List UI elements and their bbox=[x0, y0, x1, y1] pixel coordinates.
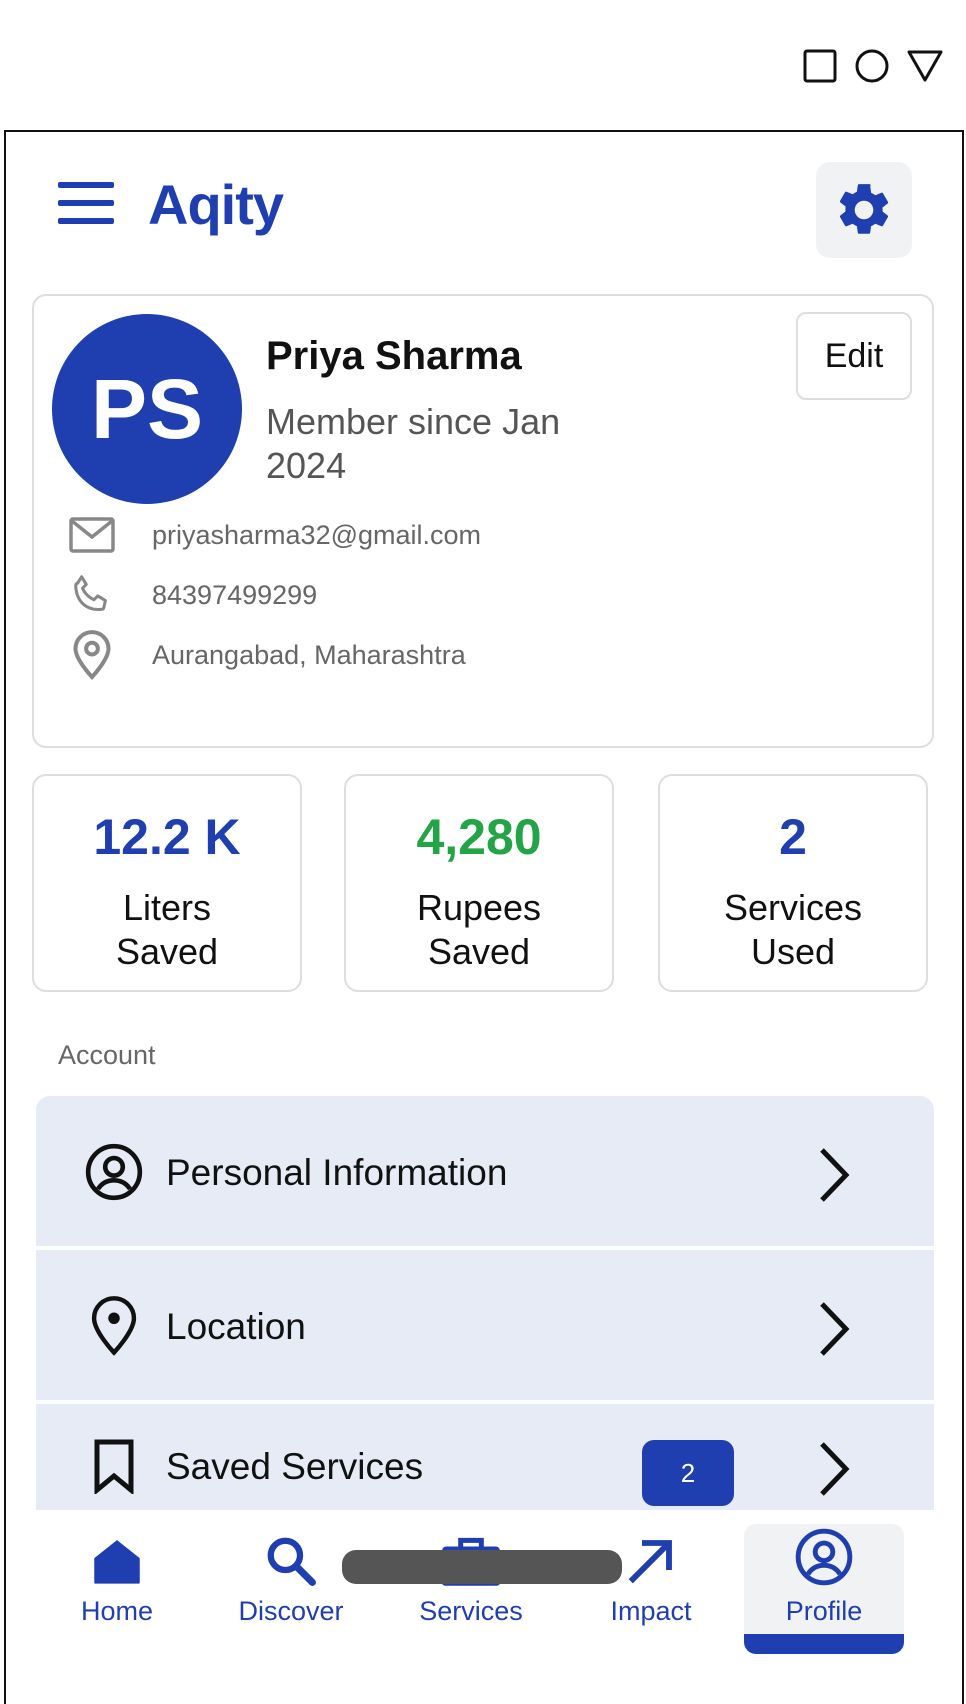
chevron-right-icon bbox=[820, 1302, 850, 1356]
square-icon[interactable] bbox=[802, 48, 838, 84]
app-bar: Aqity bbox=[6, 132, 962, 282]
stat-value: 4,280 bbox=[416, 809, 542, 865]
arrow-up-right-icon bbox=[628, 1540, 672, 1584]
nav-item-discover[interactable]: Discover bbox=[216, 1524, 366, 1640]
stat-label: Liters Saved bbox=[115, 887, 219, 972]
home-icon bbox=[94, 1540, 140, 1584]
edit-button[interactable]: Edit bbox=[796, 312, 912, 400]
profile-card: PS Priya Sharma Member since Jan 2024 Ed… bbox=[32, 294, 934, 748]
stat-value: 12.2 K bbox=[93, 809, 241, 865]
app-frame: Aqity PS Priya Sharma Member since Jan 2… bbox=[4, 130, 964, 1704]
member-since: Member since Jan 2024 bbox=[266, 401, 561, 486]
profile-name: Priya Sharma bbox=[266, 334, 522, 378]
nav-item-home[interactable]: Home bbox=[42, 1524, 192, 1640]
count-badge: 2 bbox=[642, 1440, 734, 1506]
mail-icon bbox=[69, 517, 115, 553]
avatar: PS bbox=[52, 314, 242, 504]
circle-icon[interactable] bbox=[854, 48, 890, 84]
list-item-label: Personal Information bbox=[166, 1152, 508, 1193]
stat-label: Services Used bbox=[723, 887, 863, 972]
user-circle-icon bbox=[795, 1528, 853, 1586]
bookmark-icon bbox=[94, 1439, 134, 1494]
phone-icon bbox=[74, 575, 107, 611]
nav-label: Profile bbox=[785, 1596, 863, 1626]
nav-label: Discover bbox=[238, 1596, 344, 1626]
phone-text: 84397499299 bbox=[152, 579, 318, 610]
system-nav-icons bbox=[802, 48, 944, 84]
settings-button[interactable] bbox=[816, 162, 912, 258]
active-tab-indicator bbox=[744, 1634, 904, 1654]
gear-icon bbox=[839, 184, 889, 234]
list-item-label: Saved Services bbox=[166, 1446, 424, 1487]
stat-label: Rupees Saved bbox=[416, 887, 542, 972]
nav-item-profile[interactable]: Profile bbox=[744, 1524, 904, 1640]
stat-card-liters: 12.2 K Liters Saved bbox=[32, 774, 302, 992]
list-item-personal-information[interactable]: Personal Information bbox=[36, 1096, 934, 1246]
search-icon bbox=[267, 1537, 316, 1586]
map-pin-icon bbox=[73, 630, 111, 680]
list-item-saved-services[interactable]: Saved Services 2 bbox=[36, 1404, 934, 1510]
hamburger-menu-icon[interactable] bbox=[58, 182, 114, 224]
chevron-right-icon bbox=[820, 1442, 850, 1496]
system-status-bar bbox=[0, 0, 966, 130]
brand-title: Aqity bbox=[148, 173, 284, 236]
account-list: Personal Information Location Saved Serv… bbox=[36, 1096, 934, 1510]
email-text: priyasharma32@gmail.com bbox=[152, 519, 482, 550]
nav-label: Impact bbox=[610, 1596, 692, 1626]
contact-phone-row: 84397499299 bbox=[62, 570, 317, 620]
list-item-location[interactable]: Location bbox=[36, 1250, 934, 1400]
stat-card-services: 2 Services Used bbox=[658, 774, 928, 992]
contact-email-row: priyasharma32@gmail.com bbox=[62, 510, 481, 560]
contact-location-row: Aurangabad, Maharashtra bbox=[62, 630, 466, 680]
triangle-icon[interactable] bbox=[906, 48, 944, 84]
nav-label: Home bbox=[80, 1596, 154, 1626]
list-item-label: Location bbox=[166, 1306, 306, 1347]
map-pin-icon bbox=[91, 1296, 137, 1356]
chevron-right-icon bbox=[820, 1148, 850, 1202]
nav-label: Services bbox=[419, 1596, 523, 1626]
user-circle-icon bbox=[85, 1143, 143, 1201]
section-title-account: Account bbox=[58, 1040, 156, 1070]
location-text: Aurangabad, Maharashtra bbox=[152, 639, 466, 670]
stat-value: 2 bbox=[779, 809, 807, 865]
bottom-navigation: Home Discover Services Impact Profile bbox=[6, 1510, 962, 1704]
stat-card-rupees: 4,280 Rupees Saved bbox=[344, 774, 614, 992]
home-indicator[interactable] bbox=[342, 1550, 622, 1584]
